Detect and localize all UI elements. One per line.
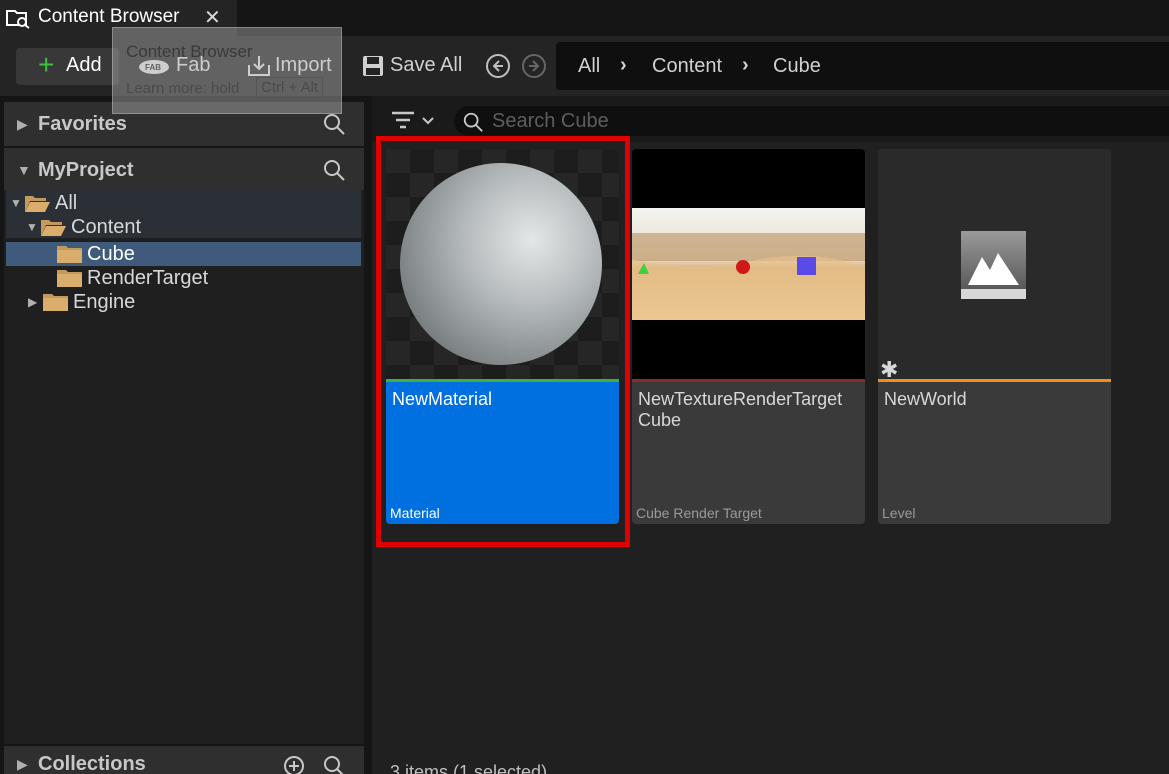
status-text: 3 items (1 selected) [390, 762, 548, 774]
tree-item-label: Cube [87, 242, 135, 265]
tooltip: Content Browser Learn more: hold Ctrl + … [112, 27, 342, 114]
filter-icon[interactable] [392, 110, 438, 130]
tree-item-label: All [55, 191, 78, 214]
folder-icon [57, 269, 82, 287]
asset-tile-newtexturerendertargetcube[interactable]: NewTextureRenderTarget Cube Cube Render … [632, 149, 865, 524]
tree-item-label: Content [71, 215, 142, 238]
collapse-arrow-icon[interactable]: ▼ [17, 162, 31, 178]
asset-type-bar [878, 379, 1111, 382]
tree-item-cube[interactable]: Cube [56, 242, 135, 266]
save-icon [363, 56, 383, 76]
folder-open-icon [25, 195, 50, 212]
arrow-left-icon [492, 60, 503, 72]
asset-name: NewTextureRenderTarget Cube [638, 389, 843, 430]
collapse-arrow-icon[interactable]: ▼ [26, 220, 40, 234]
chevron-right-icon[interactable]: › [620, 54, 627, 77]
asset-type: Level [882, 505, 916, 521]
project-header[interactable]: ▼ MyProject [4, 148, 364, 192]
search-icon[interactable] [322, 158, 346, 182]
chevron-right-icon[interactable]: › [742, 54, 749, 77]
arrow-right-icon [529, 60, 540, 72]
asset-type-bar [632, 379, 865, 382]
collapse-arrow-icon[interactable]: ▼ [10, 196, 24, 210]
tooltip-title: Content Browser [126, 42, 253, 61]
search-icon[interactable] [322, 754, 346, 774]
tree-item-label: Engine [73, 290, 136, 313]
folder-tree: ▼ All ▼ Content Cube RenderTarget ▶ Engi… [4, 190, 364, 744]
level-thumbnail: ✱ [878, 149, 1111, 379]
folder-open-icon [41, 219, 66, 236]
search-input[interactable]: Search Cube [454, 106, 1169, 136]
expand-arrow-icon[interactable]: ▶ [28, 295, 42, 309]
search-placeholder: Search Cube [492, 110, 609, 132]
tree-item-label: RenderTarget [87, 266, 209, 289]
back-button[interactable] [486, 54, 510, 78]
sources-panel: ▶ Favorites ▼ MyProject ▼ All ▼ Content … [0, 96, 372, 774]
tooltip-shortcut: Ctrl + Alt [256, 77, 324, 98]
folder-icon [43, 293, 68, 311]
add-button[interactable]: + Add [16, 48, 119, 85]
tree-item-all[interactable]: ▼ All [10, 191, 77, 215]
collections-header[interactable]: ▶ Collections [4, 746, 364, 774]
breadcrumb: All › Content › Cube [556, 42, 1169, 90]
breadcrumb-content[interactable]: Content [652, 55, 722, 78]
expand-arrow-icon[interactable]: ▶ [17, 756, 28, 773]
asset-type: Cube Render Target [636, 505, 762, 521]
breadcrumb-cube[interactable]: Cube [773, 55, 821, 78]
render-target-thumbnail [632, 149, 865, 379]
asterisk-icon: ✱ [880, 358, 898, 379]
tree-item-engine[interactable]: ▶ Engine [28, 290, 135, 314]
search-icon [463, 112, 483, 132]
favorites-label: Favorites [38, 113, 127, 135]
expand-arrow-icon[interactable]: ▶ [17, 116, 28, 133]
tree-item-content[interactable]: ▼ Content [26, 215, 141, 239]
content-browser-icon [6, 10, 30, 29]
add-label: Add [66, 54, 102, 76]
asset-tile-newworld[interactable]: ✱ NewWorld Level [878, 149, 1111, 524]
search-icon[interactable] [322, 112, 346, 136]
tree-item-rendertarget[interactable]: RenderTarget [56, 266, 208, 290]
save-all-button[interactable]: Save All [390, 54, 462, 77]
forward-button[interactable] [522, 54, 546, 78]
folder-icon [57, 245, 82, 263]
asset-name: NewWorld [884, 389, 967, 409]
breadcrumb-all[interactable]: All [578, 55, 600, 78]
tooltip-learn-more: Learn more: hold [126, 80, 240, 97]
project-label: MyProject [38, 159, 134, 181]
selection-highlight-box [376, 136, 630, 547]
tab-title: Content Browser [38, 6, 180, 27]
plus-icon: + [38, 49, 55, 80]
collections-label: Collections [38, 753, 146, 774]
add-collection-icon[interactable] [283, 755, 305, 774]
